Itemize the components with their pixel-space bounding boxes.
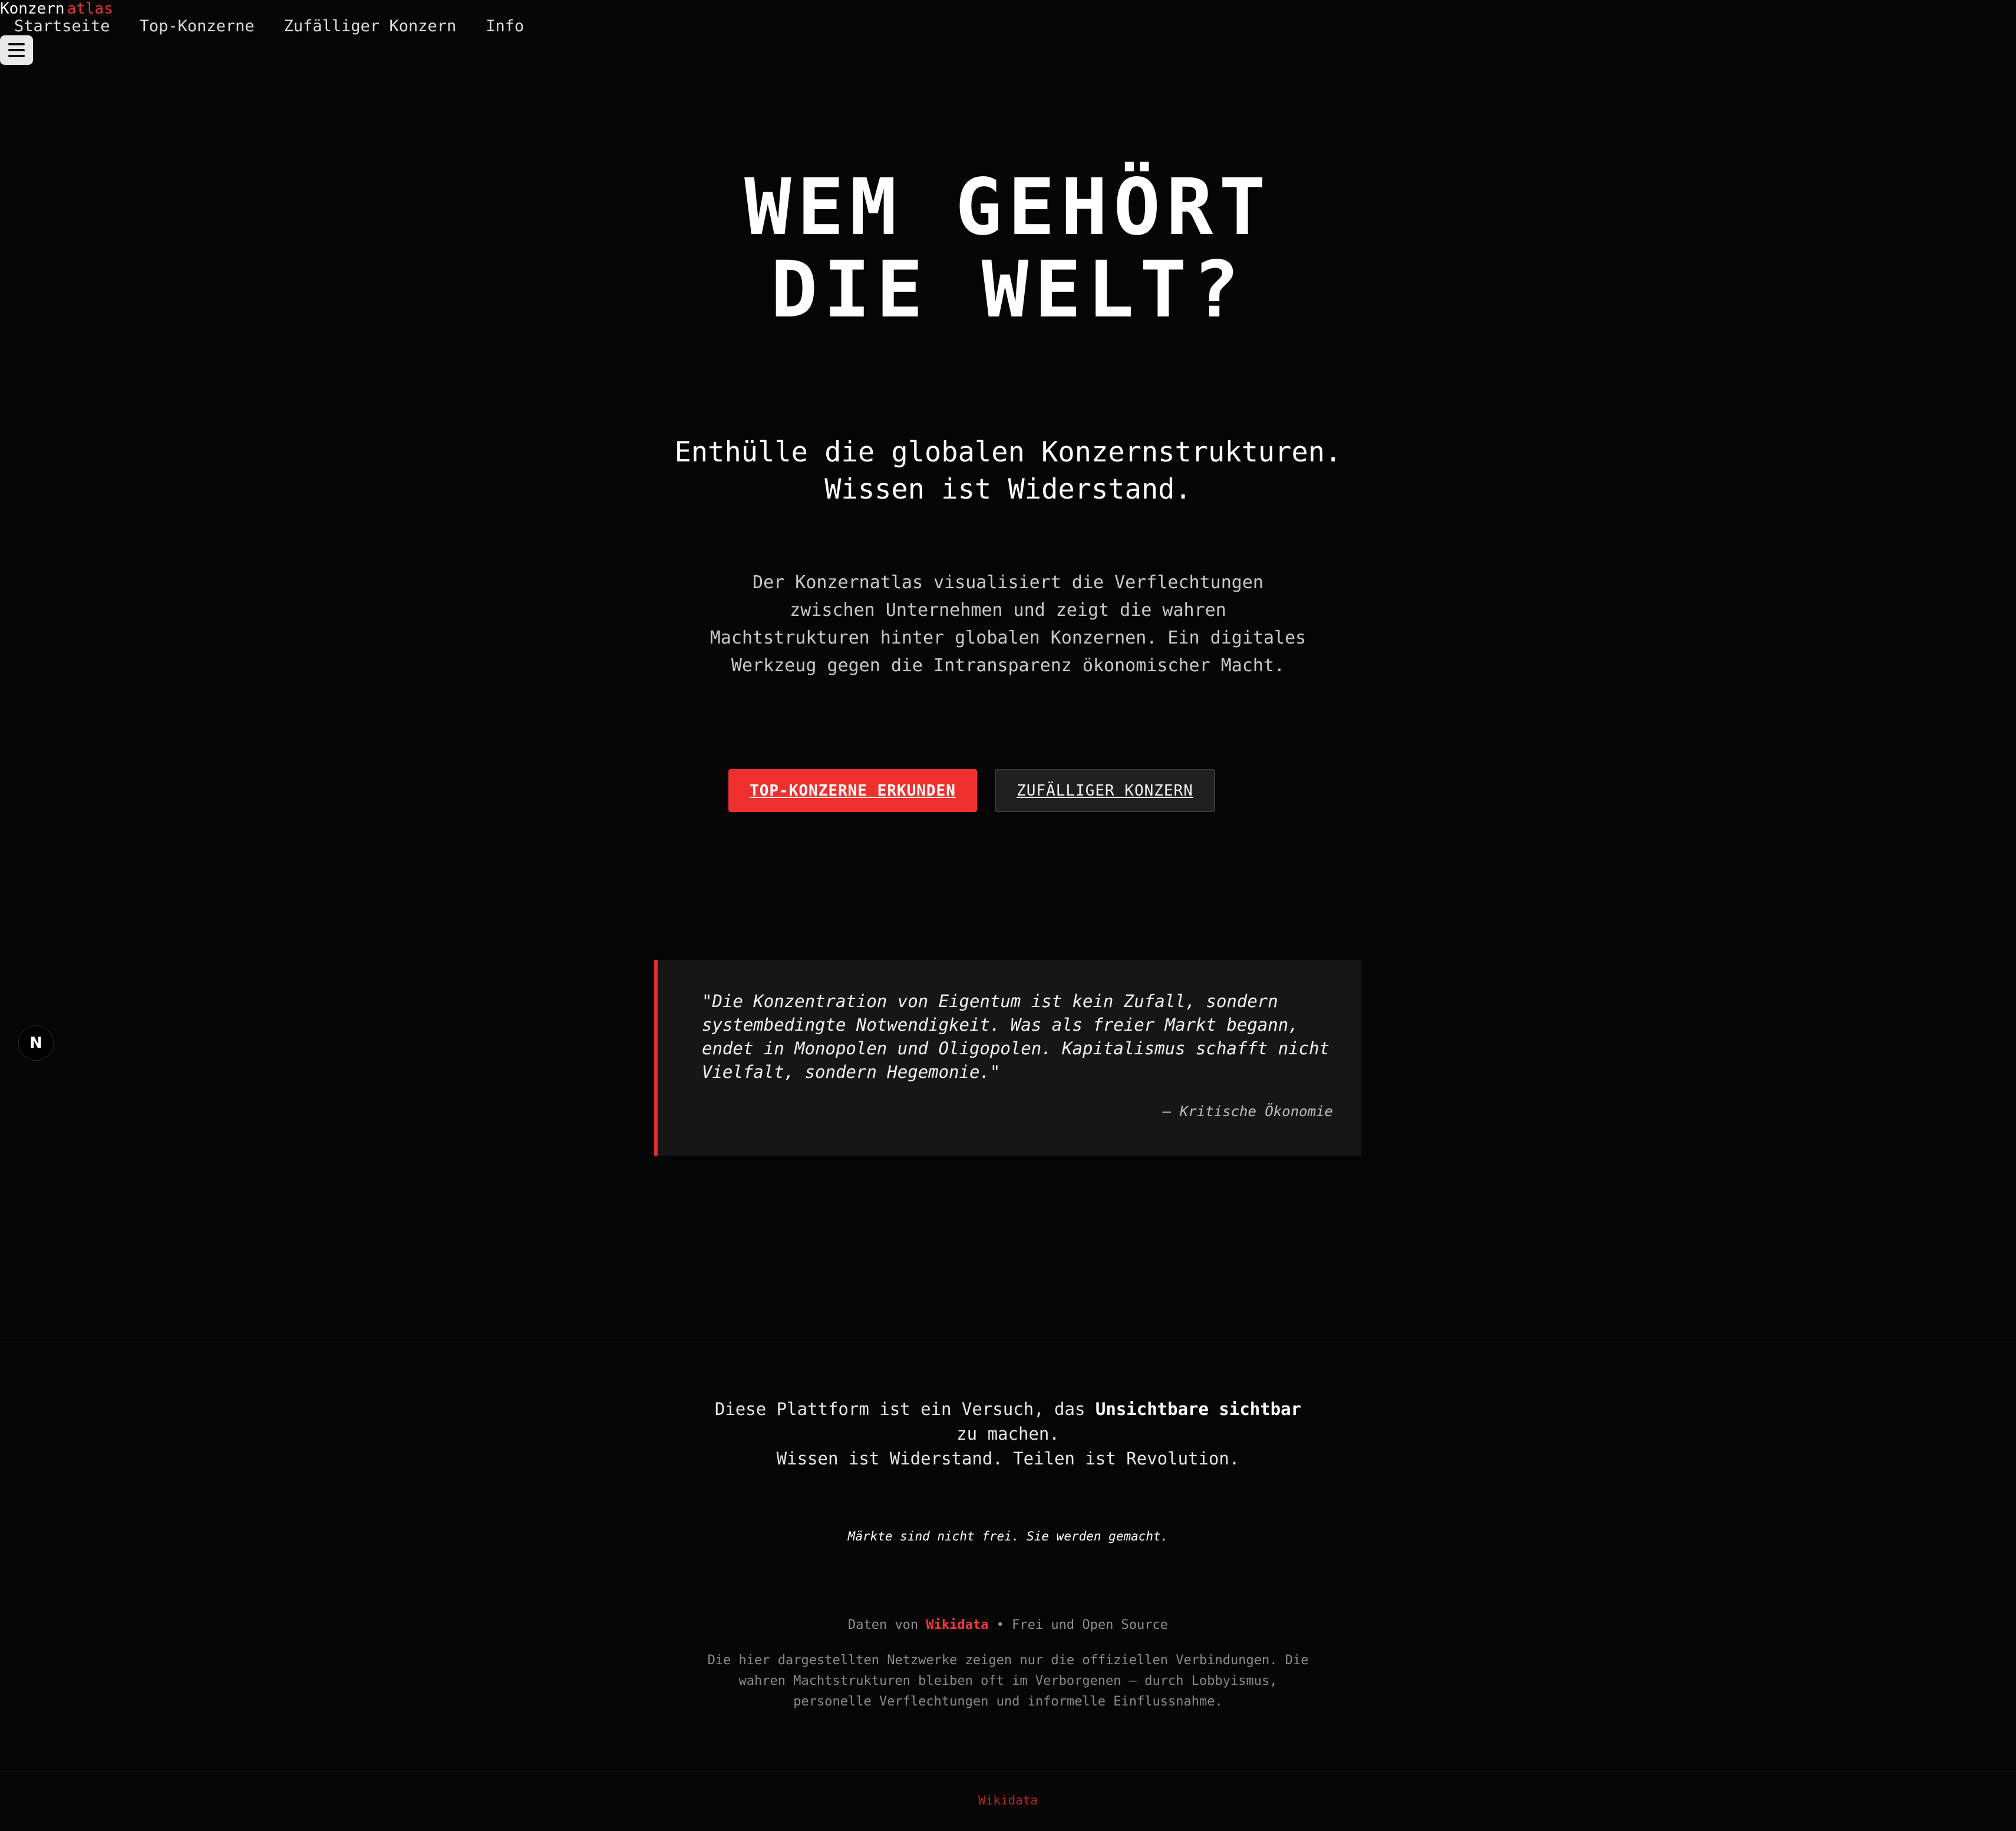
mission-line-2: Wissen ist Widerstand. Teilen ist Revolu… [776,1449,1240,1469]
logo-text-konzern: Konzern [0,0,65,18]
hero-title-line-2: DIE WELT? [770,245,1246,335]
hero-title: WEM GEHÖRT DIE WELT? [0,166,2016,331]
hero-title-line-1: WEM GEHÖRT [744,162,1272,253]
hero-subtitle: Enthülle die globalen Konzernstrukturen.… [0,434,2016,508]
nav-link-top-konzerne[interactable]: Top-Konzerne [140,17,255,37]
data-credit: Daten von Wikidata • Frei und Open Sourc… [0,1618,2016,1632]
main-nav: Startseite Top-Konzerne Zufälliger Konze… [14,17,524,37]
footer-disclaimer: Die hier dargestellten Netzwerke zeigen … [707,1653,1309,1709]
nav-link-info[interactable]: Info [486,17,524,37]
nav-link-startseite[interactable]: Startseite [14,17,110,37]
wikidata-link[interactable]: Wikidata [926,1618,988,1632]
hero-subtitle-line-2: Wissen ist Widerstand. [824,473,1192,506]
nav-link-zufaelliger-konzern[interactable]: Zufälliger Konzern [284,17,457,37]
nextjs-logo-icon[interactable]: N [18,1025,54,1061]
mission-statement: Diese Plattform ist ein Versuch, das Uns… [707,1397,1309,1471]
credit-prefix: Daten von [847,1618,926,1632]
credit-suffix: • Frei und Open Source [988,1618,1169,1632]
mission-text-after: zu machen. [956,1424,1060,1444]
menu-line [8,43,25,45]
quote-block: "Die Konzentration von Eigentum ist kein… [654,960,1361,1156]
hamburger-menu-icon[interactable] [0,35,33,65]
hero-subtitle-line-1: Enthülle die globalen Konzernstrukturen. [674,436,1342,469]
logo-text-atlas: atlas [67,0,113,18]
random-konzern-button[interactable]: ZUFÄLLIGER KONZERN [995,769,1215,812]
bottom-wikidata-link[interactable]: Wikidata [978,1793,1038,1807]
badge-label: N [29,1034,42,1052]
top-navigation: Konzern atlas Startseite Top-Konzerne Zuf… [0,0,530,71]
hero-intro: Der Konzernatlas visualisiert die Verfle… [710,572,1306,676]
menu-line [8,55,25,57]
explore-top-konzerne-button[interactable]: TOP-KONZERNE ERKUNDEN [728,769,977,812]
site-logo[interactable]: Konzern atlas [0,0,113,18]
menu-line [8,49,25,51]
footer-tagline: Märkte sind nicht frei. Sie werden gemac… [847,1529,1169,1543]
quote-text: "Die Konzentration von Eigentum ist kein… [702,991,1330,1082]
mission-text-before: Diese Plattform ist ein Versuch, das [714,1399,1096,1419]
quote-attribution: — Kritische Ökonomie [1163,1103,1333,1120]
mission-highlight: Unsichtbare sichtbar [1095,1399,1302,1419]
bottom-bar: Wikidata [0,1793,2016,1807]
bottom-divider [0,1771,2016,1772]
